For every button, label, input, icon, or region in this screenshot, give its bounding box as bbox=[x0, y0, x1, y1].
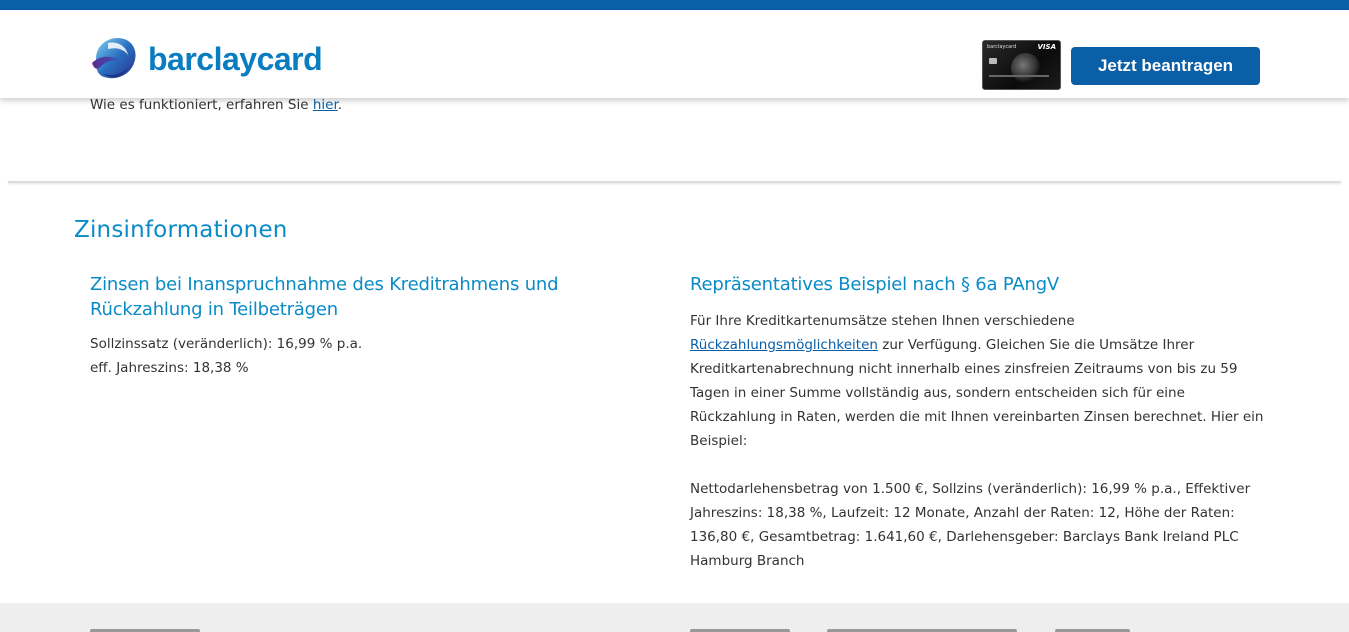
how-it-works-prefix: Wie es funktioniert, erfahren Sie bbox=[90, 97, 313, 113]
card-number-graphic bbox=[989, 75, 1049, 77]
interest-rates-text: Sollzinssatz (veränderlich): 16,99 % p.a… bbox=[90, 332, 610, 380]
card-brand-text: barclaycard bbox=[987, 44, 1017, 50]
repayment-text-after: zur Verfügung. Gleichen Sie die Umsätze … bbox=[690, 337, 1264, 449]
how-it-works-link[interactable]: hier bbox=[313, 97, 338, 113]
barclaycard-eagle-icon bbox=[92, 37, 136, 79]
representative-example-text: Für Ihre Kreditkartenumsätze stehen Ihne… bbox=[690, 309, 1265, 573]
how-it-works-text: Wie es funktioniert, erfahren Sie hier. bbox=[90, 95, 342, 115]
site-header: barclaycard barclaycard VISA Jetzt beant… bbox=[0, 10, 1349, 98]
card-chip-icon bbox=[989, 58, 997, 64]
interest-rates-heading: Zinsen bei Inanspruchnahme des Kreditrah… bbox=[90, 274, 559, 320]
site-footer bbox=[0, 603, 1349, 632]
top-brand-stripe bbox=[0, 0, 1349, 10]
how-it-works-suffix: . bbox=[337, 97, 343, 113]
card-network-text: VISA bbox=[1037, 43, 1056, 51]
repayment-paragraph: Für Ihre Kreditkartenumsätze stehen Ihne… bbox=[690, 309, 1265, 453]
section-divider bbox=[8, 181, 1341, 183]
effective-rate-line: eff. Jahreszins: 18,38 % bbox=[90, 360, 249, 376]
representative-example-column: Repräsentatives Beispiel nach § 6a PAngV… bbox=[690, 272, 1265, 573]
repayment-text-before: Für Ihre Kreditkartenumsätze stehen Ihne… bbox=[690, 313, 1075, 329]
card-swirl-graphic bbox=[1011, 53, 1041, 83]
interest-rates-column: Zinsen bei Inanspruchnahme des Kreditrah… bbox=[90, 272, 610, 380]
borrowing-rate-line: Sollzinssatz (veränderlich): 16,99 % p.a… bbox=[90, 336, 363, 352]
section-title-zinsinformationen: Zinsinformationen bbox=[74, 217, 288, 243]
logo-wordmark: barclaycard bbox=[148, 40, 323, 77]
apply-now-button[interactable]: Jetzt beantragen bbox=[1071, 47, 1260, 85]
credit-card-image[interactable]: barclaycard VISA bbox=[982, 40, 1061, 90]
example-details-paragraph: Nettodarlehensbetrag von 1.500 €, Sollzi… bbox=[690, 481, 1251, 569]
repayment-options-link[interactable]: Rückzahlungsmöglichkeiten bbox=[690, 337, 878, 353]
representative-example-heading: Repräsentatives Beispiel nach § 6a PAngV bbox=[690, 274, 1060, 295]
barclaycard-logo[interactable]: barclaycard bbox=[90, 33, 323, 85]
